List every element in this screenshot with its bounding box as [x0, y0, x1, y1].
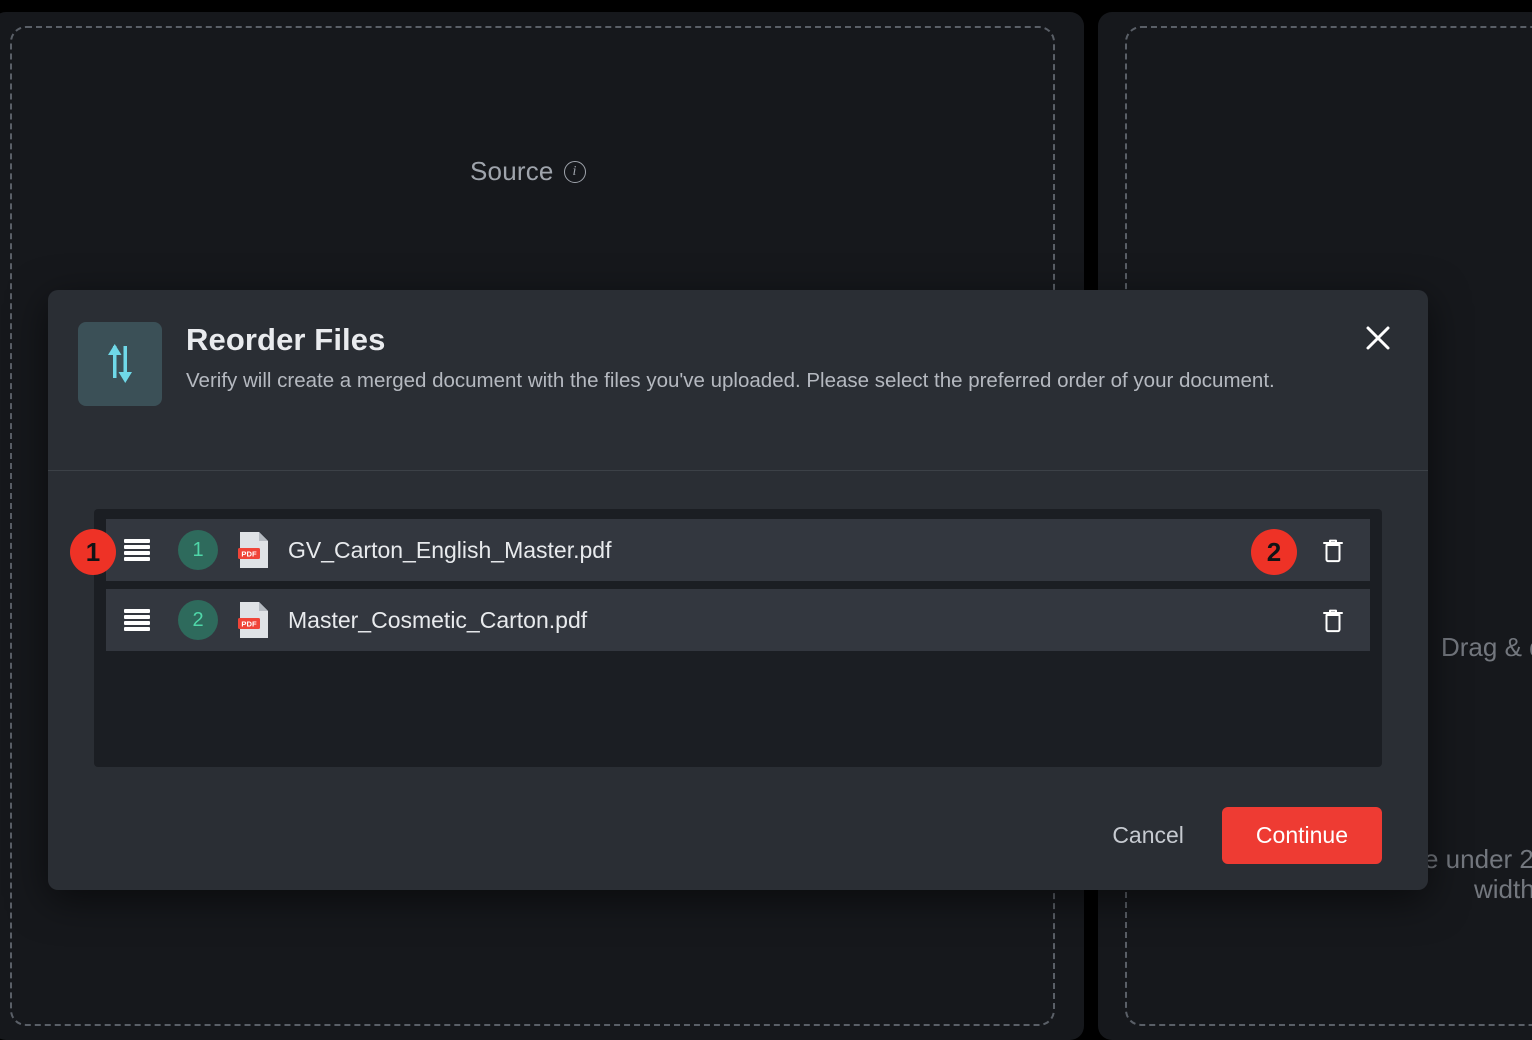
- dialog-divider: [48, 470, 1428, 471]
- svg-text:PDF: PDF: [241, 549, 257, 558]
- pdf-file-icon: PDF: [238, 532, 268, 568]
- annotation-marker-1: 1: [70, 529, 116, 575]
- dialog-title: Reorder Files: [186, 322, 386, 357]
- trash-icon[interactable]: [1318, 534, 1348, 566]
- table-row[interactable]: 2 PDF Master_Cosmetic_Carton.pdf: [106, 589, 1370, 651]
- pdf-file-icon: PDF: [238, 602, 268, 638]
- table-row[interactable]: 1 PDF GV_Carton_English_Master.pdf: [106, 519, 1370, 581]
- file-name: Master_Cosmetic_Carton.pdf: [288, 606, 588, 633]
- sort-arrows-icon: [78, 322, 162, 406]
- drag-handle-icon[interactable]: [124, 539, 150, 561]
- annotation-marker-2: 2: [1251, 529, 1297, 575]
- dialog-header: Reorder Files Verify will create a merge…: [48, 290, 1428, 470]
- continue-button[interactable]: Continue: [1221, 807, 1382, 864]
- close-icon[interactable]: [1358, 318, 1398, 358]
- dropzone-drag-text: Drag & d: [1441, 632, 1532, 662]
- drag-handle-icon[interactable]: [124, 609, 150, 631]
- info-circle-icon[interactable]: i: [563, 160, 586, 183]
- source-section-label: Source i: [470, 156, 586, 187]
- svg-text:PDF: PDF: [241, 619, 257, 628]
- cancel-button[interactable]: Cancel: [1100, 812, 1196, 859]
- dialog-header-text: Reorder Files Verify will create a merge…: [186, 322, 1392, 470]
- file-name: GV_Carton_English_Master.pdf: [288, 536, 612, 563]
- dropzone-width-text: width: [1474, 874, 1532, 904]
- dialog-description: Verify will create a merged document wit…: [186, 369, 1275, 392]
- file-list-container: 1 PDF GV_Carton_English_Master.pdf 2 PDF…: [94, 509, 1382, 767]
- trash-icon[interactable]: [1318, 604, 1348, 636]
- order-badge: 2: [178, 600, 218, 640]
- source-label-text: Source: [470, 156, 554, 186]
- dialog-footer: Cancel Continue: [1100, 807, 1382, 864]
- reorder-files-dialog: Reorder Files Verify will create a merge…: [48, 290, 1428, 890]
- order-badge: 1: [178, 530, 218, 570]
- dropzone-size-text: e under 2: [1424, 844, 1532, 874]
